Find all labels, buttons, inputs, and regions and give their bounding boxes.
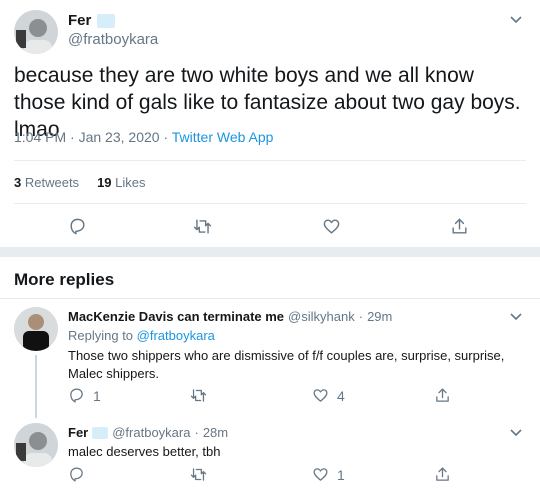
avatar-fer[interactable] [14, 10, 58, 54]
divider [14, 160, 526, 161]
share-button[interactable] [450, 217, 469, 236]
divider [0, 298, 540, 299]
avatar-mackenzie[interactable] [14, 307, 58, 351]
meta-separator: · [70, 129, 75, 145]
snowflake-icon [97, 13, 116, 28]
reply-icon [70, 467, 83, 482]
reply-icon [70, 218, 85, 235]
like-button[interactable] [322, 217, 341, 236]
chevron-down-icon[interactable] [509, 12, 523, 31]
retweets-count: 3 [14, 175, 22, 190]
tweet-author[interactable]: Fer [68, 12, 116, 29]
replying-to-handle[interactable]: @fratboykara [137, 328, 215, 343]
reply-separator: · [194, 425, 199, 440]
heart-icon [313, 468, 328, 481]
reply-time[interactable]: 28m [203, 425, 228, 440]
reply-button[interactable] [68, 466, 85, 483]
likes-stat[interactable]: 19 Likes [97, 175, 145, 190]
reply-author-handle[interactable]: @silkyhank [288, 309, 355, 324]
retweet-button[interactable] [190, 387, 207, 404]
retweets-stat[interactable]: 3 Retweets [14, 175, 79, 190]
retweet-button[interactable] [193, 217, 212, 236]
tweet-meta: 1:04 PM · Jan 23, 2020 · Twitter Web App [14, 129, 273, 145]
tweet-source[interactable]: Twitter Web App [172, 129, 274, 145]
snowflake-icon [92, 426, 109, 439]
retweets-label: Retweets [24, 175, 80, 190]
reply-thread-line [35, 355, 37, 418]
share-icon [436, 388, 449, 402]
chevron-down-icon[interactable] [509, 425, 523, 444]
reply-author-handle[interactable]: @fratboykara [112, 425, 190, 440]
retweet-icon [190, 389, 207, 402]
section-separator [0, 247, 540, 257]
reply-text: malec deserves better, tbh [68, 444, 221, 459]
likes-label: Likes [115, 175, 146, 190]
reply-time[interactable]: 29m [367, 309, 392, 324]
reply-count: 1 [93, 387, 101, 404]
avatar-fer[interactable] [14, 423, 58, 467]
retweet-button[interactable] [190, 466, 207, 483]
divider [14, 203, 526, 204]
replying-to-label: Replying to [68, 328, 134, 343]
tweet-time[interactable]: 1:04 PM [14, 129, 66, 145]
like-count: 1 [337, 466, 345, 483]
tweet-date[interactable]: Jan 23, 2020 [79, 129, 160, 145]
replying-to: Replying to @fratboykara [68, 328, 215, 343]
retweet-icon [193, 219, 212, 234]
share-icon [436, 467, 449, 481]
reply-author-name[interactable]: Fer [68, 425, 88, 440]
meta-separator: · [163, 129, 169, 145]
reply-author-name[interactable]: MacKenzie Davis can terminate me [68, 309, 284, 324]
reply-icon [70, 388, 83, 403]
share-button[interactable] [434, 387, 451, 404]
tweet-stats: 3 Retweets 19 Likes [14, 175, 146, 190]
reply-button[interactable]: 1 [68, 387, 101, 404]
like-count: 4 [337, 387, 345, 404]
more-replies-heading: More replies [14, 270, 115, 289]
heart-icon [313, 389, 328, 402]
like-button[interactable]: 1 [312, 466, 345, 483]
reply-separator: · [358, 309, 364, 324]
reply-button[interactable] [68, 217, 87, 236]
share-button[interactable] [434, 466, 451, 483]
retweet-icon [190, 468, 207, 481]
author-name[interactable]: Fer [68, 12, 91, 29]
likes-count: 19 [97, 175, 112, 190]
chevron-down-icon[interactable] [509, 309, 523, 328]
author-handle[interactable]: @fratboykara [68, 31, 158, 48]
like-button[interactable]: 4 [312, 387, 345, 404]
reply-header: MacKenzie Davis can terminate me @silkyh… [68, 309, 392, 324]
reply-header: Fer @fratboykara · 28m [68, 425, 228, 440]
heart-icon [323, 219, 340, 234]
share-icon [452, 218, 467, 234]
reply-text: Those two shippers who are dismissive of… [68, 348, 505, 381]
